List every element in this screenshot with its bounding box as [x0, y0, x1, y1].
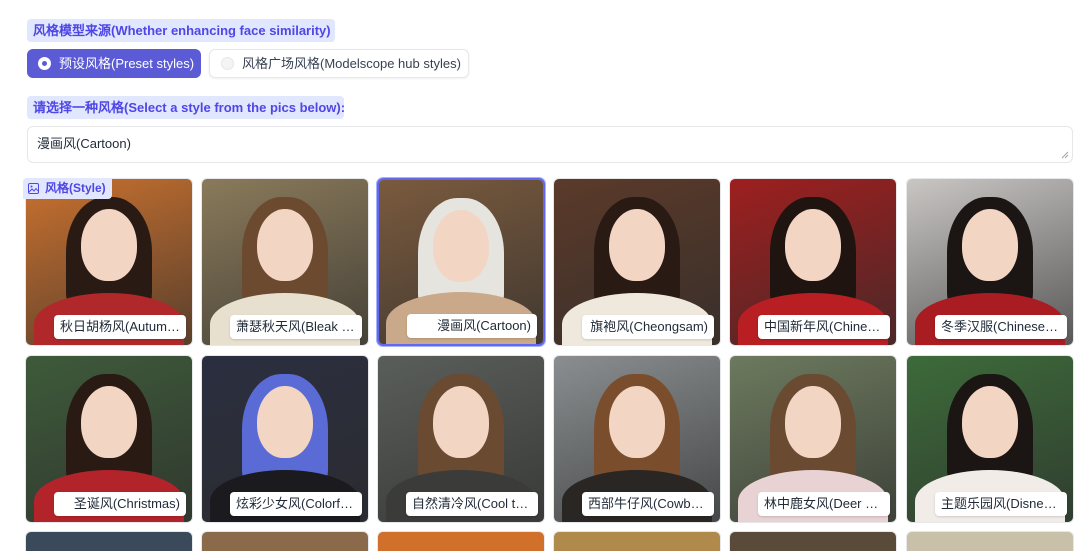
style-tile[interactable]: 西部牛仔风(Cowboy...: [553, 355, 721, 523]
resize-handle-icon[interactable]: [1061, 151, 1069, 159]
style-tile[interactable]: [201, 531, 369, 551]
style-tile[interactable]: 主题乐园风(Disneyl...: [906, 355, 1074, 523]
style-tile[interactable]: 旗袍风(Cheongsam): [553, 178, 721, 346]
radio-unselected-icon: [221, 57, 234, 70]
style-tile-caption: 秋日胡杨风(Autumn...: [54, 315, 186, 339]
style-tile[interactable]: [553, 531, 721, 551]
style-tile-caption: 自然清冷风(Cool ton...: [406, 492, 538, 516]
style-tile[interactable]: 冬季汉服(Chinese w...: [906, 178, 1074, 346]
style-gallery-label: 风格(Style): [23, 178, 112, 199]
style-tile[interactable]: [25, 531, 193, 551]
style-tile-caption: 旗袍风(Cheongsam): [582, 315, 714, 339]
style-source-label: 风格模型来源(Whether enhancing face similarity…: [27, 19, 335, 42]
style-tile-caption: 圣诞风(Christmas): [54, 492, 186, 516]
hub-styles-label: 风格广场风格(Modelscope hub styles): [242, 56, 461, 71]
style-tile-caption: 萧瑟秋天风(Bleak a...: [230, 315, 362, 339]
selected-style-textbox[interactable]: 漫画风(Cartoon): [27, 126, 1073, 163]
style-tile[interactable]: 圣诞风(Christmas): [25, 355, 193, 523]
style-tile[interactable]: 炫彩少女风(Colorful ...: [201, 355, 369, 523]
style-tile-caption: 中国新年风(Chinese...: [758, 315, 890, 339]
style-tile-caption: 林中鹿女风(Deer girl): [758, 492, 890, 516]
style-tile-caption: 炫彩少女风(Colorful ...: [230, 492, 362, 516]
preset-styles-label: 预设风格(Preset styles): [59, 56, 195, 71]
image-icon: [28, 183, 39, 194]
radio-selected-icon: [38, 57, 51, 70]
style-tile-caption: 冬季汉服(Chinese w...: [935, 315, 1067, 339]
style-tile-caption: 漫画风(Cartoon): [407, 314, 537, 338]
style-gallery-label-text: 风格(Style): [45, 181, 106, 195]
preset-styles-radio[interactable]: 预设风格(Preset styles): [27, 49, 201, 78]
style-tile-caption: 主题乐园风(Disneyl...: [935, 492, 1067, 516]
selected-style-value: 漫画风(Cartoon): [37, 136, 131, 151]
style-tile[interactable]: 林中鹿女风(Deer girl): [729, 355, 897, 523]
select-style-label: 请选择一种风格(Select a style from the pics bel…: [27, 96, 345, 119]
style-tile-caption: 西部牛仔风(Cowboy...: [582, 492, 714, 516]
style-tile[interactable]: [729, 531, 897, 551]
style-tile[interactable]: 自然清冷风(Cool ton...: [377, 355, 545, 523]
style-tile[interactable]: [906, 531, 1074, 551]
modelscope-hub-styles-radio[interactable]: 风格广场风格(Modelscope hub styles): [209, 49, 469, 78]
style-tile[interactable]: 萧瑟秋天风(Bleak a...: [201, 178, 369, 346]
style-tile[interactable]: 中国新年风(Chinese...: [729, 178, 897, 346]
style-tile[interactable]: 秋日胡杨风(Autumn...: [25, 178, 193, 346]
style-tile[interactable]: [377, 531, 545, 551]
style-tile[interactable]: 漫画风(Cartoon): [377, 178, 545, 346]
